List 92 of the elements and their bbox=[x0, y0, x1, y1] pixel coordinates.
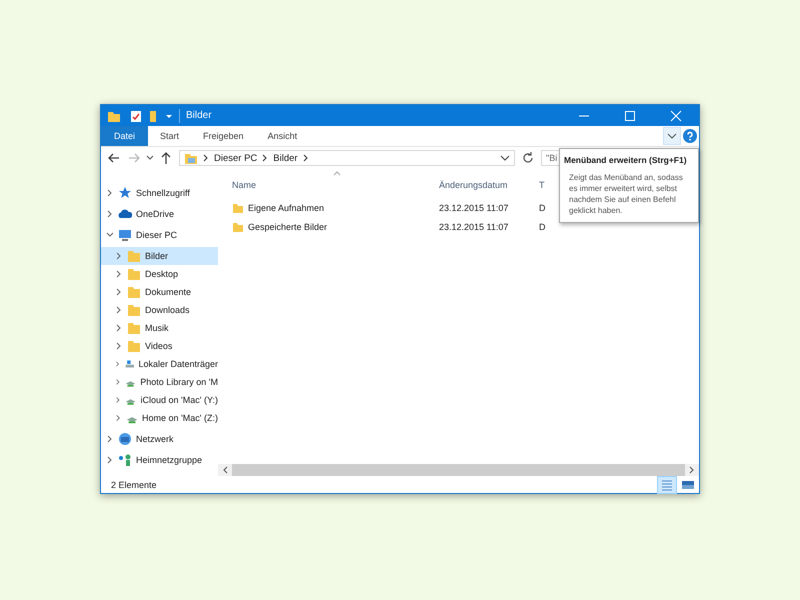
chevron-icon[interactable] bbox=[203, 154, 209, 162]
tree-item[interactable]: iCloud on 'Mac' (Y:) bbox=[101, 391, 218, 409]
folder-icon bbox=[127, 321, 141, 335]
tree-label: Musik bbox=[145, 323, 169, 333]
date-cell-text: 23.12.2015 11:07 bbox=[439, 202, 510, 212]
tree-item[interactable]: Dokumente bbox=[101, 283, 218, 301]
expander-icon[interactable] bbox=[115, 288, 123, 296]
tree-item[interactable]: Heimnetzgruppe bbox=[101, 451, 218, 469]
expander-icon[interactable] bbox=[115, 252, 123, 260]
tree-item[interactable]: Dieser PC bbox=[101, 226, 218, 244]
table-cell-text: D bbox=[539, 222, 546, 232]
network-icon bbox=[118, 432, 132, 446]
caret-icon bbox=[667, 133, 677, 139]
expander-icon[interactable] bbox=[115, 342, 123, 350]
tree-item[interactable]: Schnellzugriff bbox=[101, 184, 218, 202]
tree-label: Schnellzugriff bbox=[136, 188, 190, 198]
chevron-icon[interactable] bbox=[262, 154, 268, 162]
status-text: 2 Elemente bbox=[111, 480, 157, 490]
scroll-right-icon[interactable] bbox=[689, 466, 695, 474]
chevron-icon[interactable] bbox=[302, 154, 309, 162]
tree-label: Photo Library on 'M bbox=[140, 377, 218, 387]
back-icon[interactable] bbox=[107, 151, 121, 165]
folder-icon bbox=[127, 339, 141, 353]
breadcrumb[interactable]: Bilder bbox=[273, 152, 298, 164]
up-icon[interactable] bbox=[159, 151, 173, 165]
expander-icon[interactable] bbox=[106, 456, 114, 464]
expander-icon[interactable] bbox=[115, 270, 123, 278]
expander-icon[interactable] bbox=[115, 306, 123, 314]
sort-caret-icon bbox=[333, 171, 341, 176]
tree-label: Home on 'Mac' (Z:) bbox=[142, 413, 218, 423]
tree-label: Netzwerk bbox=[136, 434, 174, 444]
tooltip-title: Menüband erweitern (Strg+F1) bbox=[564, 155, 688, 165]
tree-label: iCloud on 'Mac' (Y:) bbox=[140, 395, 218, 405]
recent-icon[interactable] bbox=[146, 154, 154, 162]
expander-icon[interactable] bbox=[115, 414, 122, 422]
folder-icon bbox=[127, 303, 141, 317]
breadcrumb[interactable]: Dieser PC bbox=[214, 152, 258, 164]
tree-item[interactable]: OneDrive bbox=[101, 205, 218, 223]
tree-item[interactable]: Downloads bbox=[101, 301, 218, 319]
tree-item[interactable]: Desktop bbox=[101, 265, 218, 283]
column-header[interactable]: Name bbox=[218, 180, 439, 190]
refresh-icon[interactable] bbox=[521, 151, 535, 165]
tree-item[interactable]: Lokaler Datenträger bbox=[101, 355, 218, 373]
folder-icon bbox=[232, 220, 244, 232]
properties-icon[interactable] bbox=[129, 108, 143, 122]
help-icon[interactable] bbox=[683, 129, 697, 143]
ribbon-tab[interactable]: Datei bbox=[101, 126, 148, 146]
tree-label: OneDrive bbox=[136, 209, 174, 219]
date-cell-text: 23.12.2015 11:07 bbox=[439, 222, 510, 232]
expander-icon[interactable] bbox=[106, 435, 114, 443]
expander-icon[interactable] bbox=[106, 210, 114, 218]
tree-label: Heimnetzgruppe bbox=[136, 455, 202, 465]
dropdown-icon[interactable] bbox=[500, 155, 510, 161]
tree-item[interactable]: Bilder bbox=[101, 247, 218, 265]
star-icon bbox=[118, 186, 132, 200]
pictures-folder-icon bbox=[184, 151, 198, 165]
column-header[interactable]: Änderungsdatum bbox=[439, 180, 539, 190]
expand-ribbon-button[interactable] bbox=[663, 127, 681, 145]
folder-icon bbox=[127, 267, 141, 281]
expander-icon[interactable] bbox=[115, 396, 122, 404]
window-title: Bilder bbox=[186, 110, 212, 121]
tree-item[interactable]: Netzwerk bbox=[101, 430, 218, 448]
tree-label: Bilder bbox=[145, 251, 168, 261]
pc-icon bbox=[118, 228, 132, 242]
scroll-left-icon[interactable] bbox=[222, 466, 228, 474]
tooltip-text: Zeigt das Menüband an, sodass es immer erweitert wird, selbst nachdem Sie auf einen Befehl geklickt haben. bbox=[568, 172, 684, 216]
tree-label: Downloads bbox=[145, 305, 190, 315]
tree-label: Dokumente bbox=[145, 287, 192, 297]
cloud-icon bbox=[118, 207, 132, 221]
file-name: Eigene Aufnahmen bbox=[248, 202, 324, 212]
tree-label: Videos bbox=[145, 341, 172, 351]
expander-icon[interactable] bbox=[115, 378, 122, 386]
horizontal-scrollbar[interactable] bbox=[218, 464, 699, 476]
folder-icon bbox=[232, 202, 244, 214]
expander-icon[interactable] bbox=[115, 324, 123, 332]
tree-item[interactable]: Musik bbox=[101, 319, 218, 337]
tree-item[interactable]: Videos bbox=[101, 337, 218, 355]
address-bar[interactable]: Dieser PC Bilder bbox=[179, 150, 515, 166]
folder-icon bbox=[127, 249, 141, 263]
details-view-icon[interactable] bbox=[657, 476, 677, 494]
file-name: Gespeicherte Bilder bbox=[248, 222, 328, 232]
file-row[interactable]: Gespeicherte Bilder 23.12.2015 11:07 D bbox=[218, 217, 699, 236]
tree-label: Dieser PC bbox=[136, 230, 178, 240]
expander-icon[interactable] bbox=[106, 189, 114, 197]
folder-icon bbox=[127, 285, 141, 299]
homegroup-icon bbox=[118, 453, 132, 467]
tree-item[interactable]: Home on 'Mac' (Z:) bbox=[101, 409, 218, 427]
expander-icon[interactable] bbox=[115, 360, 121, 368]
tree-label: Lokaler Datenträger bbox=[138, 359, 218, 369]
tree-item[interactable]: Photo Library on 'M bbox=[101, 373, 218, 391]
expander-icon[interactable] bbox=[106, 231, 114, 239]
tree-label: Desktop bbox=[145, 269, 178, 279]
